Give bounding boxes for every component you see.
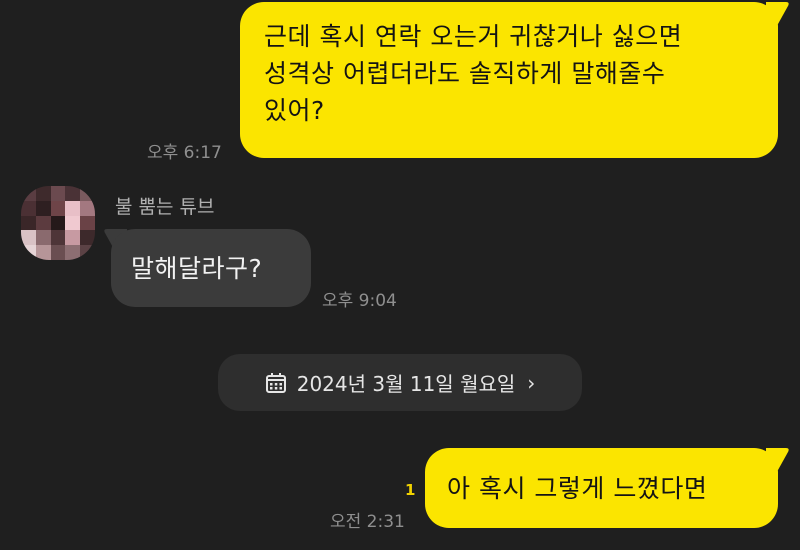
- incoming-message-bubble[interactable]: 말해달라구?: [111, 229, 311, 307]
- message-timestamp: 오후 6:17: [147, 143, 222, 163]
- calendar-icon: [265, 372, 286, 393]
- date-divider[interactable]: 2024년 3월 11일 월요일 ›: [218, 354, 582, 411]
- message-timestamp: 오전 2:31: [330, 512, 405, 532]
- unread-count: 1: [405, 481, 416, 499]
- date-label: 2024년 3월 11일 월요일: [296, 372, 516, 396]
- message-line: 성격상 어렵더라도 솔직하게 말해줄수: [264, 59, 666, 88]
- outgoing-message-bubble[interactable]: 근데 혹시 연락 오는거 귀찮거나 싫으면 성격상 어렵더라도 솔직하게 말해줄…: [240, 2, 778, 158]
- avatar[interactable]: [21, 186, 95, 260]
- message-text: 아 혹시 그렇게 느꼈다면: [447, 473, 708, 503]
- message-text: 말해달라구?: [131, 253, 263, 283]
- message-timestamp: 오후 9:04: [322, 291, 397, 311]
- sender-name: 불 뿜는 튜브: [115, 196, 215, 218]
- message-line: 있어?: [264, 96, 325, 125]
- bubble-tail: [766, 2, 789, 24]
- chat-room: 근데 혹시 연락 오는거 귀찮거나 싫으면 성격상 어렵더라도 솔직하게 말해줄…: [0, 0, 800, 550]
- message-line: 근데 혹시 연락 오는거 귀찮거나 싫으면: [264, 22, 683, 51]
- chevron-right-icon: ›: [527, 370, 536, 395]
- outgoing-message-bubble[interactable]: 아 혹시 그렇게 느꼈다면: [425, 448, 778, 528]
- bubble-tail: [766, 448, 789, 470]
